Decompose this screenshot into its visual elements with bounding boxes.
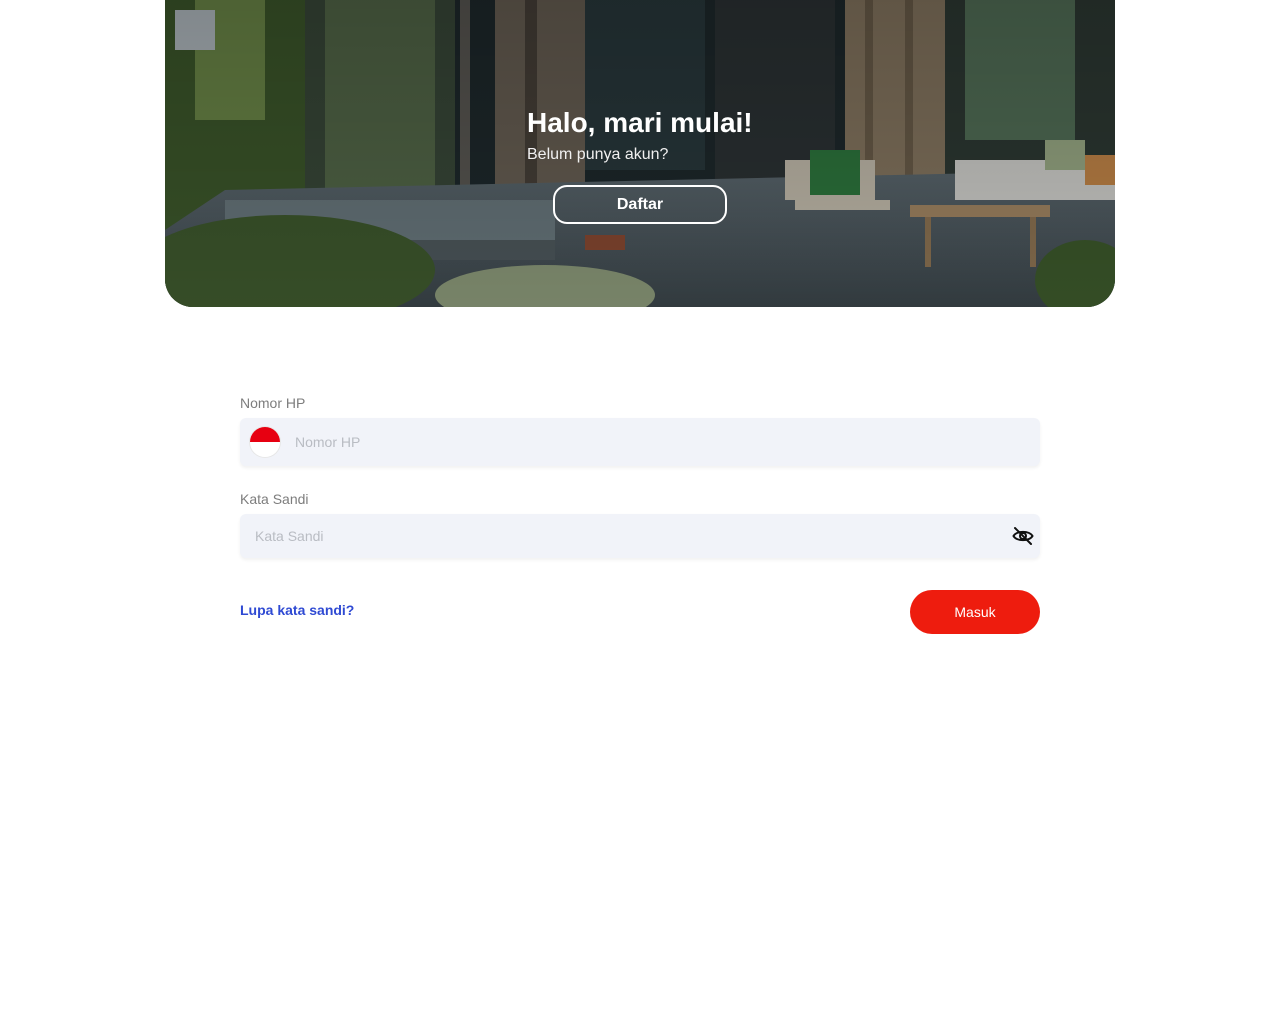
phone-field (240, 418, 1040, 466)
flag-red-band (250, 427, 280, 442)
flag-white-band (250, 442, 280, 457)
phone-label: Nomor HP (240, 395, 306, 411)
eye-off-icon[interactable] (1012, 526, 1034, 546)
indonesia-flag-icon (250, 427, 280, 457)
login-button[interactable]: Masuk (910, 590, 1040, 634)
hero-subtitle: Belum punya akun? (527, 146, 669, 163)
forgot-password-link[interactable]: Lupa kata sandi? (240, 602, 354, 618)
password-label: Kata Sandi (240, 491, 309, 507)
password-input[interactable] (255, 514, 995, 558)
phone-block: Nomor HP (240, 394, 1040, 466)
register-button[interactable]: Daftar (553, 185, 727, 224)
hero-content: Halo, mari mulai! Belum punya akun? Daft… (527, 106, 757, 224)
hero-banner: Halo, mari mulai! Belum punya akun? Daft… (165, 0, 1115, 307)
login-form: Nomor HP Kata Sandi Lupa kata sandi? Mas… (240, 394, 1040, 634)
password-block: Kata Sandi (240, 490, 1040, 558)
phone-input[interactable] (295, 418, 1025, 466)
hero-title: Halo, mari mulai! (527, 107, 753, 138)
form-actions: Lupa kata sandi? Masuk (240, 590, 1040, 634)
password-field (240, 514, 1040, 558)
